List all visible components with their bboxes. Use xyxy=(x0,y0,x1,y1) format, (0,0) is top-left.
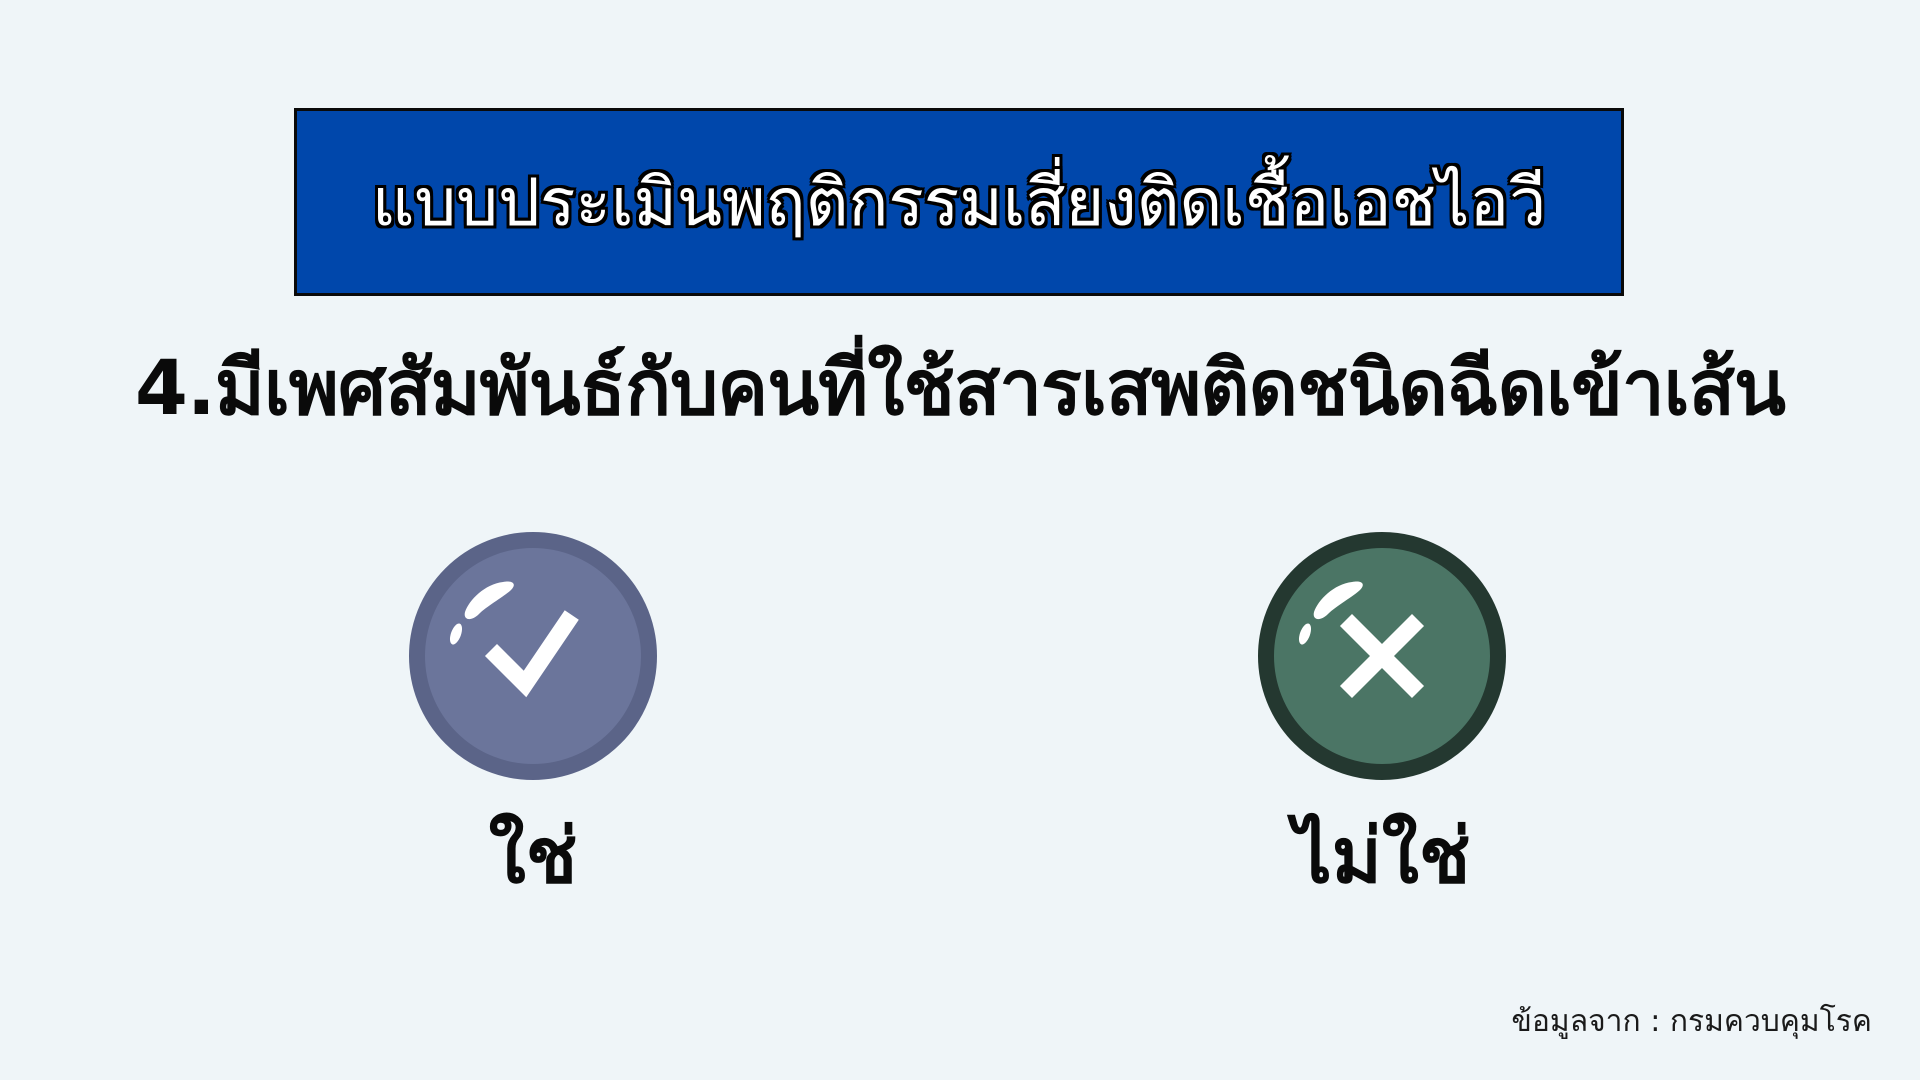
no-option-button[interactable]: ไม่ใช่ xyxy=(1252,532,1512,932)
page-title: แบบประเมินพฤติกรรมเสี่ยงติดเชื้อเอชไอวี xyxy=(371,163,1547,241)
yes-option-button[interactable]: ใช่ xyxy=(403,532,663,932)
yes-option-label: ใช่ xyxy=(488,811,578,900)
title-banner: แบบประเมินพฤติกรรมเสี่ยงติดเชื้อเอชไอวี xyxy=(294,108,1624,296)
check-icon[interactable] xyxy=(409,532,657,780)
question-text: 4.มีเพศสัมพันธ์กับคนที่ใช้สารเสพติดชนิดฉ… xyxy=(135,343,1786,432)
no-option-label: ไม่ใช่ xyxy=(1293,811,1471,900)
source-credit: ข้อมูลจาก : กรมควบคุมโรค xyxy=(1511,1004,1872,1039)
x-icon[interactable] xyxy=(1258,532,1506,780)
